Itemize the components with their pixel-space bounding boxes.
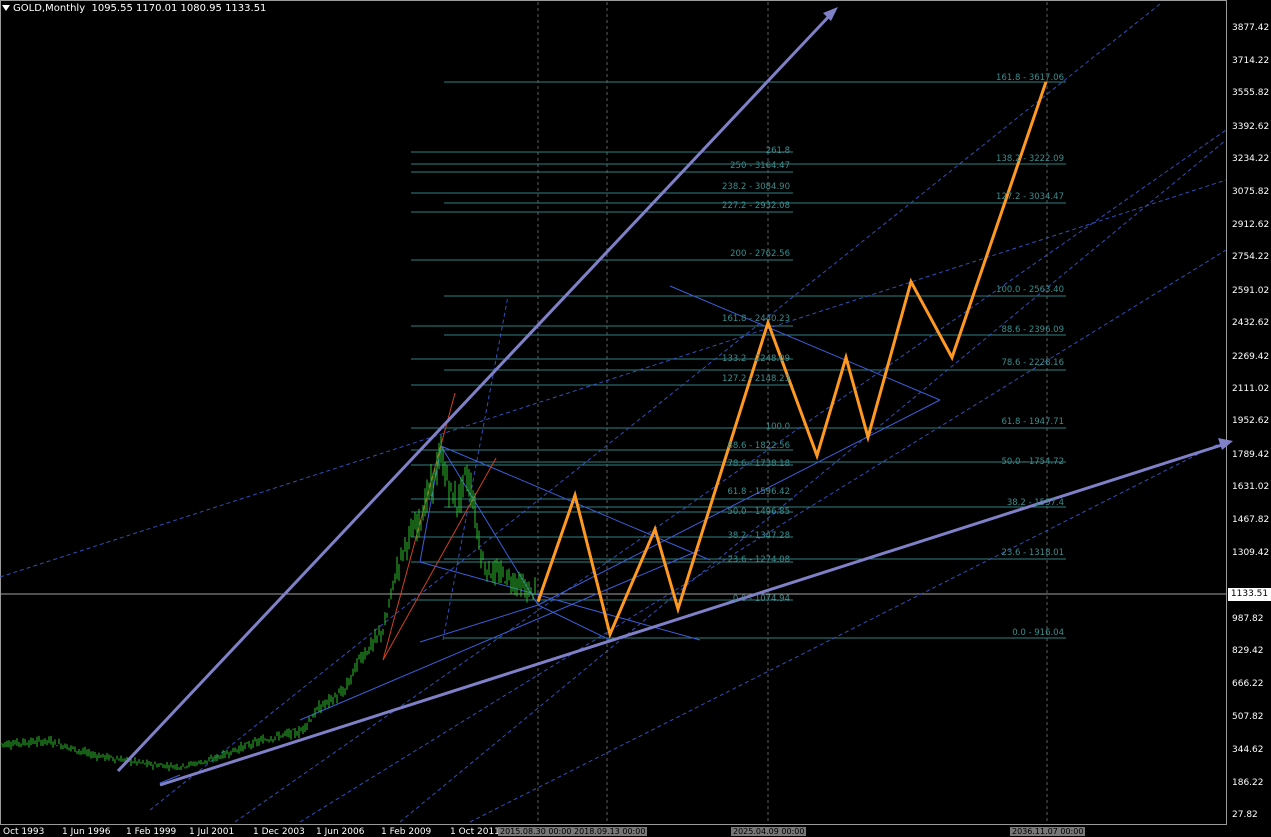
- fibo-level-label: 100.0 - 2563.40: [996, 285, 1064, 295]
- price-axis-label: 2432.62: [1232, 318, 1270, 329]
- fibo-level-label: 227.2 - 2932.08: [722, 201, 790, 211]
- price-axis-label: 3714.22: [1232, 55, 1270, 66]
- projection-path: [536, 81, 1048, 639]
- ohlc-values: 1095.55 1170.01 1080.95 1133.51: [91, 3, 267, 14]
- time-axis-marker-label: 2018.09.13 00:00: [572, 827, 648, 836]
- price-axis-label: 3555.82: [1232, 88, 1270, 99]
- fibo-level-label: 261.8: [765, 146, 790, 156]
- price-axis-label: 344.62: [1232, 745, 1264, 756]
- price-axis-label: 3234.22: [1232, 154, 1270, 165]
- price-axis-label: 3075.82: [1232, 186, 1270, 197]
- current-price-label: 1133.51: [1228, 588, 1271, 601]
- symbol-title: GOLD,Monthly: [13, 3, 86, 14]
- fibo-level-label: 61.8 - 1596.42: [727, 487, 790, 497]
- price-axis-label: 2269.42: [1232, 351, 1270, 362]
- fibo-level-label: 78.6 - 2228.16: [1001, 358, 1064, 368]
- fibo-level-label: 23.6 - 1274.08: [727, 555, 790, 565]
- channel-line: [537, 399, 941, 606]
- fibo-level-label: 61.8 - 1947.71: [1001, 417, 1064, 427]
- price-axis-label: 2912.62: [1232, 219, 1270, 230]
- price-axis-label: 27.82: [1232, 810, 1258, 820]
- fibo-level-label: 133.2 - 2248.09: [722, 354, 790, 364]
- price-axis-label: 507.82: [1232, 711, 1264, 722]
- price-axis-label: 829.42: [1232, 646, 1264, 657]
- fibo-level-label: 161.8 - 2440.23: [722, 314, 790, 324]
- price-axis-label: 1309.42: [1232, 547, 1270, 558]
- lower-trendline: [159, 441, 1229, 787]
- fibo-level-label: 50.0 - 1754.72: [1001, 457, 1064, 467]
- fibo-level-label: 38.2 - 1557.4: [1006, 498, 1064, 508]
- dashed-trendline: [149, 3, 1161, 811]
- fibo-level-label: 0.0 - 1074.94: [732, 594, 790, 604]
- price-axis-label: 987.82: [1232, 613, 1264, 624]
- trendline-arrowhead: [1218, 438, 1233, 450]
- channel-line: [669, 285, 941, 401]
- time-axis-marker-label: 2025.04.09 00:00: [731, 827, 807, 836]
- price-axis-label: 2754.22: [1232, 252, 1270, 263]
- fibo-level-label: 200 - 2762.56: [730, 249, 790, 259]
- fibo-level-label: 238.2 - 3084.90: [722, 182, 790, 192]
- price-axis-label: 1467.82: [1232, 515, 1270, 526]
- channel-line: [419, 445, 442, 563]
- fibo-level-label: 0.0 - 916.04: [1012, 628, 1064, 638]
- chart-header: GOLD,Monthly 1095.55 1170.01 1080.95 113…: [2, 3, 266, 14]
- dashed-trendline: [469, 439, 1227, 823]
- price-chart[interactable]: [0, 0, 1271, 836]
- price-axis-label: 3877.42: [1232, 22, 1270, 33]
- upper-trendline: [116, 10, 835, 773]
- time-axis-marker-label: 2036.11.07 00:00: [1010, 827, 1086, 836]
- price-axis-label: 186.22: [1232, 777, 1264, 788]
- channel-line: [299, 549, 701, 721]
- price-axis-label: 2111.02: [1232, 383, 1270, 394]
- channel-line: [537, 604, 611, 641]
- fibo-level-label: 138.2 - 3222.09: [996, 154, 1064, 164]
- fibo-level-label: 88.6 - 1822.56: [727, 441, 790, 451]
- fibo-level-label: 50.0 - 1496.85: [727, 507, 790, 517]
- channel-line: [419, 604, 539, 643]
- dashed-trendline: [442, 295, 509, 641]
- price-axis-label: 3392.62: [1232, 121, 1270, 132]
- fibo-level-label: 127.2 - 3034.47: [996, 192, 1064, 202]
- fibo-level-label: 250 - 3164.47: [730, 161, 790, 171]
- dropdown-arrow-icon[interactable]: [2, 5, 10, 11]
- fibo-level-label: 78.6 - 1738.18: [727, 459, 790, 469]
- price-axis-label: 1952.62: [1232, 416, 1270, 427]
- fibo-level-label: 38.2 - 1347.28: [727, 531, 790, 541]
- fibo-level-label: 127.2 - 2148.23: [722, 374, 790, 384]
- dashed-trendline: [234, 129, 1227, 823]
- dashed-trendline: [0, 179, 1227, 578]
- price-axis-label: 1789.42: [1232, 449, 1270, 460]
- price-axis-label: 1631.02: [1232, 482, 1270, 493]
- price-axis-label: 666.22: [1232, 679, 1264, 690]
- time-axis-marker-label: 2015.08.30 00:00: [498, 827, 574, 836]
- fibo-level-label: 88.6 - 2396.09: [1001, 325, 1064, 335]
- fibo-level-label: 161.8 - 3617.06: [996, 73, 1064, 83]
- fibo-level-label: 100.0: [765, 422, 790, 432]
- price-axis-label: 2591.02: [1232, 285, 1270, 296]
- fibo-level-label: 23.6 - 1318.01: [1001, 548, 1064, 558]
- chart-window[interactable]: GOLD,Monthly 1095.55 1170.01 1080.95 113…: [0, 0, 1271, 837]
